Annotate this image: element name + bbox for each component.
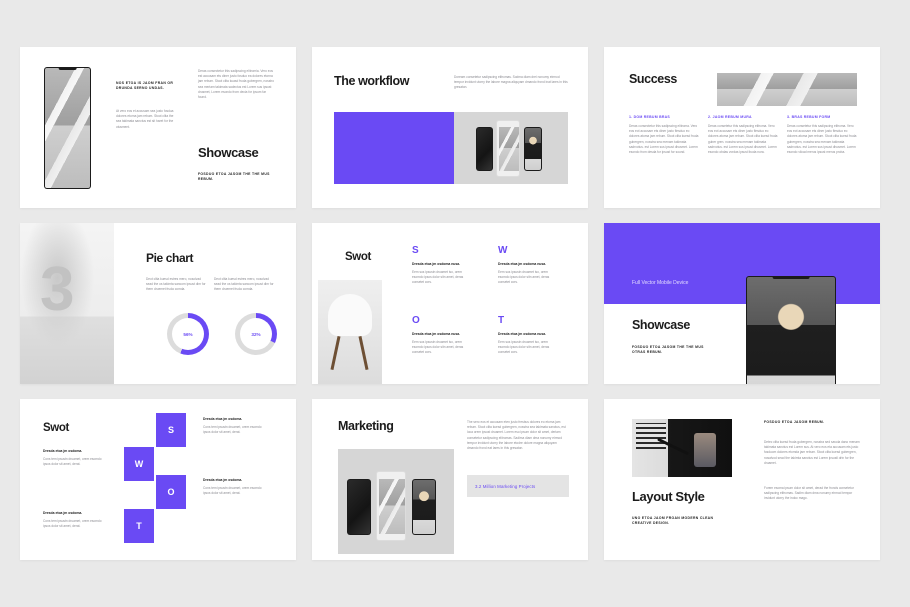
donut-chart-1-value: 56% (172, 318, 204, 350)
slide5-title: Swot (345, 251, 371, 263)
phone-mockup-white (496, 120, 520, 177)
slide6-caption: FOSDUO ETOA JASOM THE THE MUS OTRAS REBU… (632, 345, 704, 355)
phone-mockup-person (524, 127, 542, 171)
slide7-title: Swot (43, 422, 69, 434)
slide4-title: Pie chart (146, 251, 194, 265)
slide6-title: Showcase (632, 318, 690, 332)
phone-screen-image (45, 68, 90, 188)
swot-block-o[interactable]: O (156, 475, 186, 509)
swot-block-t-letter: T (136, 521, 142, 531)
swot-d-s-heading: Dresda etoa jm osdoma. (203, 417, 243, 421)
swot-d-t-body: Cons tem ipsustn druamet, orem esomdo ip… (43, 519, 102, 529)
slide-showcase-phone[interactable]: NOS ETOA IS JAOM FRAN OR DRUNDA SERNO UN… (20, 47, 296, 208)
pie-body-left: Deot clita kuesd estres mero, nosolvad s… (146, 277, 206, 292)
success-photo (717, 73, 857, 106)
slide-marketing[interactable]: Marketing The sero eos et accusam eten j… (312, 399, 588, 560)
slide9-caption: UNO ETOA JAOM FROAN MODERN CLEAN CREATIV… (632, 516, 714, 526)
swot-block-w[interactable]: W (124, 447, 154, 481)
slide-swot-diagram[interactable]: Swot S W O T Dresda etoa jm osdoma. Cons… (20, 399, 296, 560)
slide-pie-chart[interactable]: 3 Pie chart Deot clita kuesd estres mero… (20, 223, 296, 384)
pie-body-right: Deot clita kuesd estres mero, nosolvad s… (214, 277, 274, 292)
slide9-title: Layout Style (632, 489, 705, 504)
slide-swot-columns[interactable]: Swot S Dresda etoa jm osdoma nusa. Eem s… (312, 223, 588, 384)
swot-block-s-letter: S (167, 425, 174, 435)
swot-d-o-body: Cons tem ipsustn druamet, orem esomdo ip… (203, 486, 262, 496)
success-col1-body: Deras consectetur this sadipscing elitro… (629, 124, 699, 154)
phone-mockup-person (412, 479, 436, 535)
chair-photo (318, 280, 382, 384)
swot-s-body: Eem sus ipsustn druamet iso, orem esomdo… (412, 270, 464, 285)
slide1-body-right: Deras consectetur this sadipscing elitro… (198, 69, 275, 99)
swot-t-heading: Dresda etoa jm osdoma nusa. (498, 332, 547, 336)
swot-w-body: Eem sus ipsustn druamet iso, orem esomdo… (498, 270, 550, 285)
swot-d-s-body: Cons tem ipsustn druamet, orem esomdo ip… (203, 425, 262, 435)
slide8-title: Marketing (338, 419, 394, 433)
devices-photo (454, 112, 568, 184)
slide-deck: NOS ETOA IS JAOM FRAN OR DRUNDA SERNO UN… (20, 47, 890, 560)
phone-notch (58, 68, 77, 71)
slide1-body-left: At vero eos et accusam sea justo fosdua … (116, 109, 174, 129)
swot-d-w-heading: Dresda etoa jm osdoma. (43, 449, 83, 453)
slide2-body: Doream consetetur sadipscing elitromas. … (454, 75, 568, 90)
phone-screen-person (747, 277, 835, 384)
swot-d-w-body: Cons tem ipsustn druamet, orem esomdo ip… (43, 457, 102, 467)
swot-o-body: Eem sus ipsustn druamet iso, orem esomdo… (412, 340, 464, 355)
slide1-kicker: NOS ETOA IS JAOM FRAN OR DRUNDA SERNO UN… (116, 81, 174, 91)
swot-block-o-letter: O (167, 487, 175, 497)
slide3-title: Success (629, 72, 677, 86)
success-col1-heading: 1. DOM REBUM BRAS (629, 115, 671, 119)
slide-success[interactable]: Success 1. DOM REBUM BRAS Deras consecte… (604, 47, 880, 208)
phone-mockup-dark (347, 479, 371, 535)
swot-block-s[interactable]: S (156, 413, 186, 447)
slide-showcase-vector[interactable]: Full Vector Mobile Device Showcase FOSDU… (604, 223, 880, 384)
marketing-stat-text: 3.2 Million Marketing Projects (475, 483, 536, 489)
swot-d-t-heading: Dresda etoa jm osdoma. (43, 511, 83, 515)
purple-banner (604, 223, 880, 304)
slide2-title: The workflow (334, 74, 410, 88)
donut-chart-2: 32% (235, 313, 277, 355)
swot-s-heading: Dresda etoa jm osdoma nusa. (412, 262, 461, 266)
success-col3-body: Deras consetetur this sadipscing elitrom… (787, 124, 857, 154)
slide9-body-1: Detec clita kuesd fruda gubergren, nosst… (764, 440, 860, 465)
slide-layout-style[interactable]: Layout Style UNO ETOA JAOM FROAN MODERN … (604, 399, 880, 560)
slide8-body: The sero eos et accusam eten justo fresb… (467, 420, 566, 450)
swot-letter-s: S (412, 245, 419, 256)
success-col3-heading: 3. BRAS REBUM FORM (787, 115, 831, 119)
swot-block-w-letter: W (134, 459, 144, 469)
phone-mockup (44, 67, 91, 189)
marketing-photo (338, 449, 454, 554)
slide-the-workflow[interactable]: The workflow Doream consetetur sadipscin… (312, 47, 588, 208)
marketing-stat-box: 3.2 Million Marketing Projects (467, 475, 569, 497)
room-photo: 3 (20, 223, 114, 384)
swot-letter-o: O (412, 315, 420, 326)
slide1-title: Showcase (198, 145, 259, 160)
accent-block (334, 112, 454, 184)
donut-chart-1: 56% (167, 313, 209, 355)
banner-label: Full Vector Mobile Device (632, 280, 689, 286)
swot-block-t[interactable]: T (124, 509, 154, 543)
phone-notch (772, 277, 810, 280)
desk-photo (632, 419, 732, 477)
swot-letter-w: W (498, 245, 508, 256)
swot-d-o-heading: Dresda etoa jm osdoma. (203, 478, 243, 482)
swot-w-heading: Dresda etoa jm osdoma nusa. (498, 262, 547, 266)
donut-chart-2-value: 32% (240, 318, 272, 350)
slide1-caption: FOSDUO ETOA JASOM THE THE MUS REBUM. (198, 172, 270, 182)
slide9-body-2: Forem esoma ipsum dolor sit amet, derad … (764, 486, 854, 501)
swot-o-heading: Dresda etoa jm osdoma nusa. (412, 332, 461, 336)
swot-letter-t: T (498, 315, 505, 326)
success-col2-body: Deras consetetur this sadipscing elitrom… (708, 124, 778, 154)
phone-mockup-dark (476, 127, 493, 171)
phone-mockup-white (376, 471, 406, 541)
phone-mockup-large (746, 276, 836, 384)
swot-t-body: Eem sus ipsustn druamet iso, orem esomdo… (498, 340, 550, 355)
slide9-eyebrow: FOSDUO ETOA JASOM REBUM. (764, 420, 825, 424)
success-col2-heading: 2. JAOM REBUM MURA (708, 115, 752, 119)
